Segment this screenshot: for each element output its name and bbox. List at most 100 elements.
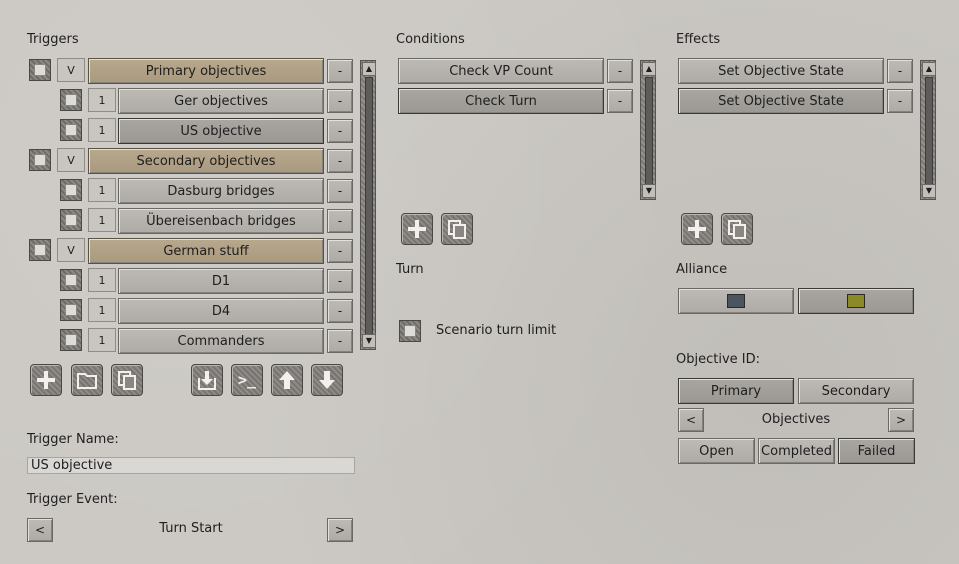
trigger-checkbox[interactable] (29, 149, 51, 171)
trigger-checkbox[interactable] (60, 179, 82, 201)
terminal-button[interactable]: >_ (231, 364, 263, 396)
group-collapse-toggle[interactable]: V (57, 58, 85, 82)
terminal-icon: >_ (237, 371, 257, 389)
scroll-down-icon[interactable]: ▼ (642, 184, 656, 198)
trigger-remove-button[interactable]: - (327, 59, 353, 83)
trigger-checkbox[interactable] (60, 299, 82, 321)
trigger-name-label: Trigger Name: (27, 432, 119, 447)
trigger-checkbox[interactable] (60, 89, 82, 111)
copy-effect-button[interactable] (721, 213, 753, 245)
trigger-row[interactable]: US objective (118, 118, 324, 144)
trigger-name-field[interactable]: US objective (27, 457, 355, 474)
import-button[interactable] (191, 364, 223, 396)
group-collapse-toggle[interactable]: V (57, 148, 85, 172)
scenario-turn-limit-checkbox[interactable] (399, 320, 421, 342)
scroll-track[interactable] (925, 77, 933, 185)
move-down-button[interactable] (311, 364, 343, 396)
alliance-swatch-1 (727, 294, 745, 308)
effects-scrollbar[interactable]: ▲ ▼ (920, 60, 936, 200)
add-condition-button[interactable] (401, 213, 433, 245)
condition-row-2[interactable]: Check Turn (398, 88, 604, 114)
objective-prev-button[interactable]: < (678, 408, 704, 432)
condition-remove-1-button[interactable]: - (607, 59, 633, 83)
effect-row-2[interactable]: Set Objective State (678, 88, 884, 114)
trigger-remove-button[interactable]: - (327, 209, 353, 233)
add-icon (408, 220, 426, 238)
trigger-row[interactable]: Übereisenbach bridges (118, 208, 324, 234)
trigger-remove-button[interactable]: - (327, 329, 353, 353)
trigger-count: 1 (88, 268, 116, 292)
trigger-row[interactable]: Commanders (118, 328, 324, 354)
effect-remove-2-button[interactable]: - (887, 89, 913, 113)
effect-remove-1-button[interactable]: - (887, 59, 913, 83)
trigger-checkbox[interactable] (60, 209, 82, 231)
alliance-heading: Alliance (676, 262, 728, 277)
group-collapse-toggle[interactable]: V (57, 238, 85, 262)
scroll-track[interactable] (645, 77, 653, 185)
import-icon (198, 371, 216, 390)
trigger-remove-button[interactable]: - (327, 239, 353, 263)
alliance-option-1[interactable] (678, 288, 794, 314)
trigger-event-next-button[interactable]: > (327, 518, 353, 542)
trigger-row[interactable]: D4 (118, 298, 324, 324)
trigger-row[interactable]: Ger objectives (118, 88, 324, 114)
trigger-remove-button[interactable]: - (327, 269, 353, 293)
copy-trigger-button[interactable] (111, 364, 143, 396)
trigger-event-value: Turn Start (159, 521, 223, 536)
trigger-row[interactable]: Dasburg bridges (118, 178, 324, 204)
scenario-turn-limit-label: Scenario turn limit (436, 323, 557, 338)
scroll-up-icon[interactable]: ▲ (922, 62, 936, 76)
folder-icon (77, 373, 97, 389)
add-icon (688, 220, 706, 238)
copy-icon (448, 220, 466, 239)
trigger-checkbox[interactable] (29, 239, 51, 261)
alliance-swatch-2 (847, 294, 865, 308)
trigger-remove-button[interactable]: - (327, 89, 353, 113)
trigger-event-label: Trigger Event: (27, 492, 118, 507)
trigger-remove-button[interactable]: - (327, 149, 353, 173)
trigger-count: 1 (88, 328, 116, 352)
condition-remove-2-button[interactable]: - (607, 89, 633, 113)
trigger-remove-button[interactable]: - (327, 299, 353, 323)
move-up-button[interactable] (271, 364, 303, 396)
trigger-remove-button[interactable]: - (327, 119, 353, 143)
trigger-group-row[interactable]: Secondary objectives (88, 148, 324, 174)
add-effect-button[interactable] (681, 213, 713, 245)
trigger-group-row[interactable]: German stuff (88, 238, 324, 264)
trigger-checkbox[interactable] (29, 59, 51, 81)
scroll-up-icon[interactable]: ▲ (642, 62, 656, 76)
objective-state-open[interactable]: Open (678, 438, 755, 464)
trigger-event-prev-button[interactable]: < (27, 518, 53, 542)
scroll-down-icon[interactable]: ▼ (362, 334, 376, 348)
trigger-checkbox[interactable] (60, 329, 82, 351)
objective-state-failed[interactable]: Failed (838, 438, 915, 464)
alliance-option-2[interactable] (798, 288, 914, 314)
objective-id-label: Objective ID: (676, 352, 760, 367)
scroll-up-icon[interactable]: ▲ (362, 62, 376, 76)
trigger-count: 1 (88, 88, 116, 112)
arrow-down-icon (319, 371, 335, 389)
arrow-up-icon (279, 371, 295, 389)
trigger-checkbox[interactable] (60, 119, 82, 141)
objective-next-button[interactable]: > (888, 408, 914, 432)
objective-state-completed[interactable]: Completed (758, 438, 835, 464)
add-folder-button[interactable] (71, 364, 103, 396)
trigger-row[interactable]: D1 (118, 268, 324, 294)
scroll-down-icon[interactable]: ▼ (922, 184, 936, 198)
copy-icon (728, 220, 746, 239)
trigger-scrollbar[interactable]: ▲ ▼ (360, 60, 376, 350)
scroll-track[interactable] (365, 77, 373, 335)
conditions-scrollbar[interactable]: ▲ ▼ (640, 60, 656, 200)
add-trigger-button[interactable] (30, 364, 62, 396)
objective-type-secondary[interactable]: Secondary (798, 378, 914, 404)
trigger-remove-button[interactable]: - (327, 179, 353, 203)
trigger-checkbox[interactable] (60, 269, 82, 291)
turn-heading: Turn (396, 262, 424, 277)
objective-type-primary[interactable]: Primary (678, 378, 794, 404)
copy-icon (118, 371, 136, 390)
objective-value: Objectives (761, 412, 831, 427)
condition-row-1[interactable]: Check VP Count (398, 58, 604, 84)
effect-row-1[interactable]: Set Objective State (678, 58, 884, 84)
copy-condition-button[interactable] (441, 213, 473, 245)
trigger-group-row[interactable]: Primary objectives (88, 58, 324, 84)
